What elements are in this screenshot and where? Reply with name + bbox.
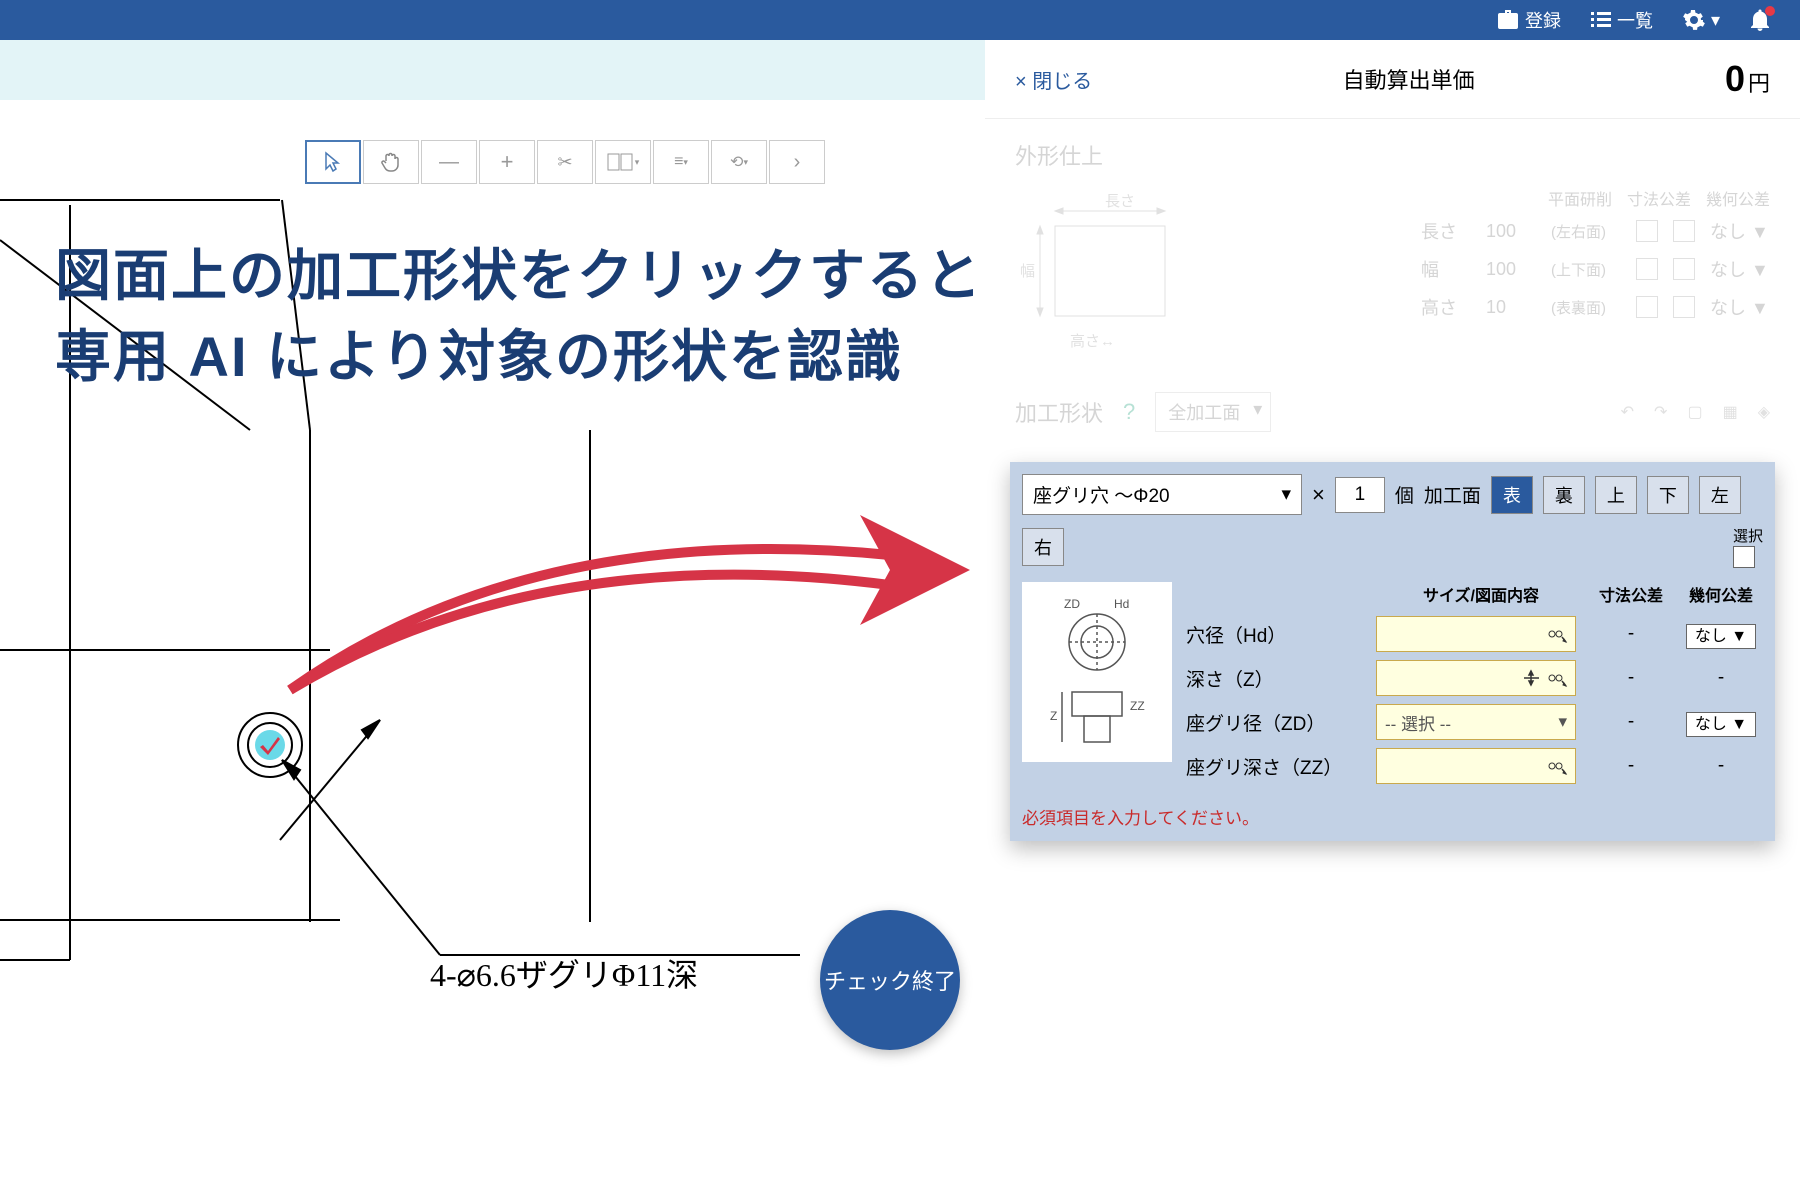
svg-text:Z: Z [1050,709,1057,723]
drawing-dimension-label: 4-⌀6.6ザグリΦ11深 [430,950,698,996]
feature-row-zz: 座グリ深さ（ZZ） - - [1186,748,1766,784]
geotol-select-height[interactable]: なし ▼ [1710,294,1770,320]
feature-detail-panel: 座グリ穴 ～Φ20▾ × 個 加工面 表 裏 上 下 左 右 選択 [1010,462,1775,841]
outer-finish-section: 外形仕上 長さ 幅 高さ↔ 平面研削 寸法公差 [985,119,1800,382]
notifications[interactable] [1750,9,1770,31]
pick-from-drawing-icon[interactable] [1545,668,1569,688]
feature-row-hd: 穴径（Hd） - なし ▼ [1186,616,1766,652]
list-link[interactable]: 一覧 [1591,7,1653,33]
feature-qty-input[interactable] [1335,477,1385,513]
drawing-canvas-pane: — + ✂ ▾ ≡▾ ⟲▾ › [0,40,985,1192]
face-btn-top[interactable]: 上 [1595,476,1637,514]
face-btn-front[interactable]: 表 [1491,476,1533,514]
face-btn-back[interactable]: 裏 [1543,476,1585,514]
hd-geotol-select[interactable]: なし ▼ [1686,624,1756,649]
tool-icon-c[interactable]: ◈ [1758,402,1770,422]
zd-select[interactable]: -- 選択 --▾ [1376,704,1576,740]
register-link[interactable]: 登録 [1497,7,1561,33]
geotol-select-width[interactable]: なし ▼ [1710,256,1770,282]
tool-icon-a[interactable]: ▢ [1687,402,1702,422]
zd-geotol-select[interactable]: なし ▼ [1686,712,1756,737]
sub-header-strip [0,40,985,100]
select-column-label: 選択 [1733,525,1763,546]
gear-icon [1683,9,1705,31]
list-icon [1591,12,1611,28]
z-input[interactable] [1376,660,1576,696]
close-panel-link[interactable]: × 閉じる [1015,65,1092,94]
zz-input[interactable] [1376,748,1576,784]
help-icon[interactable]: ? [1123,399,1135,425]
top-nav-bar: 登録 一覧 ▾ [0,0,1800,40]
briefcase-icon [1497,10,1519,30]
face-label: 加工面 [1424,481,1481,508]
dimtol-header: 寸法公差 [1586,582,1676,606]
select-all-checkbox[interactable] [1733,546,1755,568]
grind-checkbox-width[interactable] [1636,258,1658,280]
geotol-header: 幾何公差 [1676,582,1766,606]
dim-row-width: 幅 100 (上下面) なし ▼ [1255,256,1770,282]
qty-multiply-label: × [1312,482,1325,508]
svg-text:長さ: 長さ [1105,193,1135,210]
pick-from-drawing-icon[interactable] [1545,756,1569,776]
geotol-select-length[interactable]: なし ▼ [1710,218,1770,244]
qty-unit-label: 個 [1395,481,1414,508]
face-btn-left[interactable]: 左 [1699,476,1741,514]
grind-checkbox-length[interactable] [1636,220,1658,242]
price-label: 自動算出単価 [1092,63,1725,95]
tool-icon-b[interactable]: ▦ [1723,402,1738,422]
feature-row-zd: 座グリ径（ZD） -- 選択 --▾ - なし ▼ [1186,704,1766,740]
feature-type-select[interactable]: 座グリ穴 ～Φ20▾ [1022,474,1302,515]
price-value: 0円 [1725,58,1770,100]
settings-menu[interactable]: ▾ [1683,9,1720,31]
notification-badge [1765,6,1775,16]
redo-icon[interactable]: ↷ [1654,402,1667,422]
through-icon[interactable] [1521,668,1545,688]
dimtol-checkbox-height[interactable] [1673,296,1695,318]
dimtol-checkbox-length[interactable] [1673,220,1695,242]
properties-pane: × 閉じる 自動算出単価 0円 外形仕上 長さ 幅 高さ↔ [985,40,1800,1192]
dimtol-checkbox-width[interactable] [1673,258,1695,280]
svg-text:ZD: ZD [1064,597,1080,611]
undo-icon[interactable]: ↶ [1621,402,1634,422]
validation-error: 必須項目を入力してください。 [1022,804,1763,829]
svg-text:幅: 幅 [1020,263,1035,280]
feature-diagram: ZD Hd Z ZZ [1022,582,1172,762]
all-faces-select[interactable]: 全加工面 ▾ [1155,392,1271,432]
dim-row-length: 長さ 100 (左右面) なし ▼ [1255,218,1770,244]
callout-arrow [270,510,990,770]
svg-text:ZZ: ZZ [1130,699,1145,713]
dim-row-height: 高さ 10 (表裏面) なし ▼ [1255,294,1770,320]
svg-text:高さ↔: 高さ↔ [1070,333,1115,350]
shapes-section-header: 加工形状 ? 全加工面 ▾ ↶ ↷ ▢ ▦ ◈ [985,382,1800,442]
section-title-finish: 外形仕上 [1015,139,1770,171]
grind-checkbox-height[interactable] [1636,296,1658,318]
size-header: サイズ/図面内容 [1376,582,1586,606]
svg-text:Hd: Hd [1114,597,1129,611]
hd-input[interactable] [1376,616,1576,652]
face-btn-right[interactable]: 右 [1022,528,1064,566]
check-complete-button[interactable]: チェック終了 [820,910,960,1050]
pick-from-drawing-icon[interactable] [1545,624,1569,644]
headline-overlay: 図面上の加工形状をクリックすると 専用 AI により対象の形状を認識 [55,235,983,397]
face-btn-bottom[interactable]: 下 [1647,476,1689,514]
feature-row-z: 深さ（Z） - - [1186,660,1766,696]
